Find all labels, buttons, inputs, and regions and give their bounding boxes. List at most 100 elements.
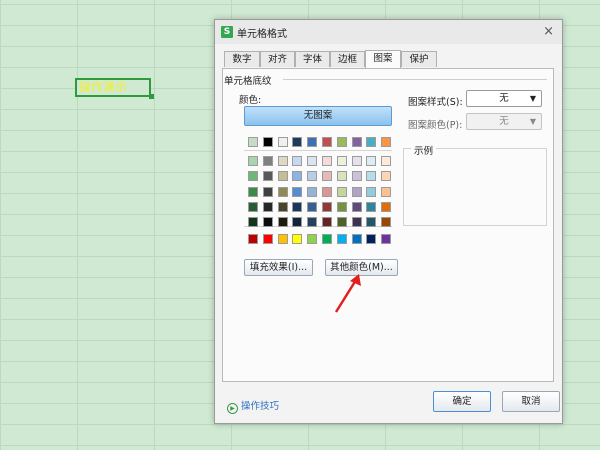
color-swatch[interactable]	[307, 156, 318, 166]
color-swatch[interactable]	[262, 201, 273, 212]
color-swatch[interactable]	[292, 171, 303, 182]
color-swatch[interactable]	[307, 171, 318, 182]
color-swatch[interactable]	[262, 217, 273, 228]
color-swatch[interactable]	[277, 217, 288, 228]
color-swatch[interactable]	[322, 156, 332, 166]
color-swatch[interactable]	[307, 234, 318, 244]
color-swatch[interactable]	[322, 186, 332, 197]
dropdown-arrow-icon: ▼	[529, 117, 536, 126]
color-swatch[interactable]	[248, 186, 258, 197]
color-swatch[interactable]	[366, 156, 377, 166]
color-swatch[interactable]	[307, 186, 318, 197]
color-swatch[interactable]	[366, 234, 377, 244]
cancel-button[interactable]: 取消	[502, 391, 560, 412]
annotation-arrow-icon	[334, 274, 361, 313]
pattern-color-select: 无 ▼	[466, 113, 542, 130]
group-divider	[283, 79, 547, 80]
color-swatch[interactable]	[322, 137, 332, 147]
color-swatch[interactable]	[381, 234, 392, 244]
color-swatch[interactable]	[336, 186, 347, 197]
color-swatch[interactable]	[381, 171, 392, 182]
color-swatch[interactable]	[351, 201, 362, 212]
ok-button[interactable]: 确定	[433, 391, 491, 412]
color-swatch[interactable]	[277, 171, 288, 182]
color-swatch[interactable]	[307, 217, 318, 228]
color-swatch[interactable]	[262, 234, 273, 244]
tips-link[interactable]: ▶ 操作技巧	[227, 398, 279, 414]
color-swatch[interactable]	[248, 217, 258, 228]
color-swatch[interactable]	[366, 201, 377, 212]
color-swatch[interactable]	[366, 171, 377, 182]
color-swatch[interactable]	[322, 234, 332, 244]
color-swatch[interactable]	[292, 156, 303, 166]
color-swatch[interactable]	[277, 137, 288, 147]
tab-font[interactable]: 字体	[295, 51, 330, 67]
tab-protection[interactable]: 保护	[401, 51, 437, 67]
color-swatch[interactable]	[248, 137, 258, 147]
color-swatch[interactable]	[248, 201, 258, 212]
color-swatch[interactable]	[336, 137, 347, 147]
color-swatch[interactable]	[262, 171, 273, 182]
color-swatch[interactable]	[262, 186, 273, 197]
tab-pattern[interactable]: 图案	[365, 50, 401, 68]
color-swatch[interactable]	[277, 201, 288, 212]
color-swatch[interactable]	[381, 201, 392, 212]
selected-cell[interactable]: 操作演示	[75, 78, 151, 97]
color-label: 颜色:	[239, 95, 262, 106]
fill-effects-button[interactable]: 填充效果(I)...	[244, 259, 313, 276]
color-swatch[interactable]	[351, 186, 362, 197]
color-swatch[interactable]	[277, 234, 288, 244]
tips-label: 操作技巧	[241, 401, 280, 412]
color-swatch[interactable]	[307, 137, 318, 147]
tab-number[interactable]: 数字	[224, 51, 260, 67]
color-swatch[interactable]	[292, 137, 303, 147]
arrow-head	[350, 274, 361, 286]
close-icon[interactable]: ×	[543, 24, 554, 39]
color-swatch[interactable]	[366, 217, 377, 228]
pattern-color-label: 图案颜色(P):	[408, 120, 463, 131]
dropdown-arrow-icon: ▼	[529, 94, 536, 103]
fill-handle[interactable]	[149, 94, 154, 99]
tab-alignment[interactable]: 对齐	[260, 51, 295, 67]
sample-label: 示例	[411, 143, 437, 157]
tab-border[interactable]: 边框	[330, 51, 365, 67]
color-swatch[interactable]	[292, 186, 303, 197]
color-swatch[interactable]	[351, 217, 362, 228]
color-swatch[interactable]	[366, 137, 377, 147]
color-swatch[interactable]	[248, 171, 258, 182]
color-swatch[interactable]	[381, 156, 392, 166]
color-swatch[interactable]	[292, 234, 303, 244]
color-swatch[interactable]	[336, 156, 347, 166]
palette-divider	[244, 150, 392, 151]
color-swatch[interactable]	[351, 234, 362, 244]
pattern-style-value: 无	[499, 93, 509, 104]
pattern-style-select[interactable]: 无 ▼	[466, 90, 542, 107]
color-swatch[interactable]	[307, 201, 318, 212]
color-swatch[interactable]	[277, 186, 288, 197]
color-swatch[interactable]	[292, 201, 303, 212]
color-swatch[interactable]	[277, 156, 288, 166]
color-swatch[interactable]	[336, 171, 347, 182]
color-swatch[interactable]	[262, 156, 273, 166]
color-swatch[interactable]	[351, 156, 362, 166]
color-swatch[interactable]	[248, 156, 258, 166]
color-swatch[interactable]	[381, 137, 392, 147]
dialog-title: 单元格格式	[237, 29, 287, 40]
no-pattern-button[interactable]: 无图案	[244, 106, 392, 126]
color-swatch[interactable]	[351, 171, 362, 182]
color-swatch[interactable]	[292, 217, 303, 228]
color-swatch[interactable]	[262, 137, 273, 147]
color-swatch[interactable]	[322, 171, 332, 182]
color-swatch[interactable]	[351, 137, 362, 147]
color-swatch[interactable]	[381, 186, 392, 197]
color-swatch[interactable]	[336, 201, 347, 212]
shading-group-label: 单元格底纹	[224, 76, 272, 87]
color-swatch[interactable]	[381, 217, 392, 228]
color-swatch[interactable]	[322, 217, 332, 228]
dialog-titlebar[interactable]: S 单元格格式 ×	[215, 20, 562, 44]
color-swatch[interactable]	[336, 234, 347, 244]
color-swatch[interactable]	[366, 186, 377, 197]
color-swatch[interactable]	[336, 217, 347, 228]
color-swatch[interactable]	[248, 234, 258, 244]
color-swatch[interactable]	[322, 201, 332, 212]
